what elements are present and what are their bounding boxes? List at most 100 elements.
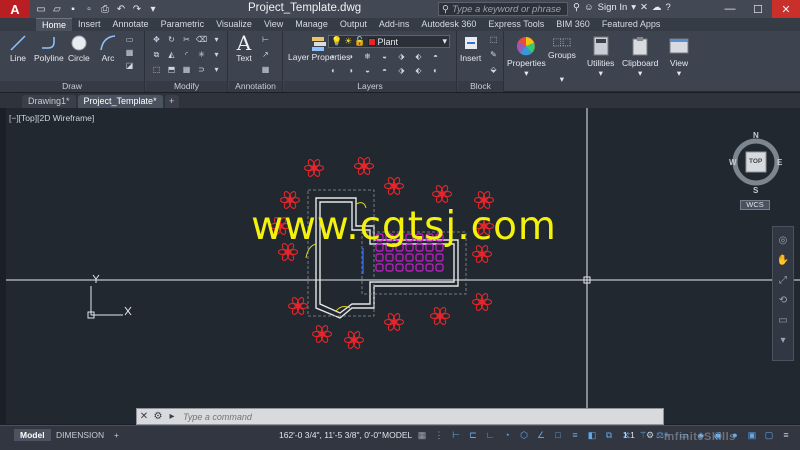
orbit-icon[interactable]: ⟲ xyxy=(776,293,790,307)
rectangle-icon[interactable]: ▭ xyxy=(124,34,135,45)
snap-icon[interactable]: ⋮ xyxy=(433,429,445,441)
clipboard-button[interactable]: Clipboard ▾ xyxy=(622,34,658,79)
selection-cycling-icon[interactable]: ⧉ xyxy=(603,429,615,441)
tab-add-ins[interactable]: Add-ins xyxy=(373,18,416,31)
edit-block-icon[interactable]: ✎ xyxy=(488,49,499,60)
search-icon[interactable]: ⚲ xyxy=(573,2,580,13)
table-icon[interactable]: ▦ xyxy=(260,64,271,75)
view-button[interactable]: View ▾ xyxy=(667,34,691,79)
user-icon[interactable]: ☺ xyxy=(584,2,594,13)
dropdown-icon[interactable]: ▾ xyxy=(211,49,222,60)
tab-featured-apps[interactable]: Featured Apps xyxy=(596,18,667,31)
layer-unlock-icon[interactable]: ◓ xyxy=(379,65,390,76)
wrench-icon[interactable]: ⚙ xyxy=(151,411,165,422)
tab-visualize[interactable]: Visualize xyxy=(210,18,258,31)
hardware-acceleration-icon[interactable]: ▣ xyxy=(746,429,758,441)
tab-manage[interactable]: Manage xyxy=(289,18,334,31)
layer-match-icon[interactable]: ⬗ xyxy=(396,51,407,62)
model-space-button[interactable]: MODEL xyxy=(382,430,412,440)
help-icon[interactable]: ? xyxy=(666,2,671,13)
polyline-button[interactable]: Polyline xyxy=(34,33,64,63)
object-snap-tracking-icon[interactable]: ∠ xyxy=(535,429,547,441)
groups-button[interactable]: ⬚⬚ Groups ▾ xyxy=(548,34,576,85)
layer-isolate-icon[interactable]: ◑ xyxy=(345,51,356,62)
tab-view[interactable]: View xyxy=(258,18,289,31)
layer-thaw-icon[interactable]: ◑ xyxy=(345,65,356,76)
clean-screen-icon[interactable]: ▢ xyxy=(763,429,775,441)
showmotion-icon[interactable]: ▭ xyxy=(776,313,790,327)
command-prompt-icon[interactable]: ▸ xyxy=(165,411,179,422)
steering-wheel-icon[interactable]: ◎ xyxy=(776,233,790,247)
object-snap-icon[interactable]: □ xyxy=(552,429,564,441)
panel-annotation-label[interactable]: Annotation xyxy=(229,81,282,92)
explode-icon[interactable]: ✳ xyxy=(196,49,207,60)
hatch-icon[interactable]: ▦ xyxy=(124,47,135,58)
layer-copy-icon[interactable]: ⬖ xyxy=(413,65,424,76)
tab-bim-360[interactable]: BIM 360 xyxy=(550,18,596,31)
dropdown-icon[interactable]: ▾ xyxy=(211,34,222,45)
dropdown-icon[interactable]: ▾ xyxy=(211,64,222,75)
grid-icon[interactable]: ▦ xyxy=(416,429,428,441)
panel-block-label[interactable]: Block xyxy=(458,81,503,92)
pan-icon[interactable]: ✋ xyxy=(776,253,790,267)
panel-modify-label[interactable]: Modify xyxy=(146,81,227,92)
redo-icon[interactable]: ↷ xyxy=(130,2,144,16)
transparency-icon[interactable]: ◧ xyxy=(586,429,598,441)
layout-tab-dimension[interactable]: DIMENSION xyxy=(50,429,110,441)
exchange-icon[interactable]: ✕ xyxy=(640,2,648,13)
new-layout-button[interactable]: + xyxy=(108,429,125,441)
fillet-icon[interactable]: ◜ xyxy=(181,49,192,60)
search-input[interactable]: ⚲ Type a keyword or phrase xyxy=(438,2,568,16)
sign-in-button[interactable]: Sign In xyxy=(598,2,628,13)
undo-icon[interactable]: ↶ xyxy=(114,2,128,16)
polar-tracking-icon[interactable]: ◔ xyxy=(501,429,513,441)
insert-block-button[interactable]: Insert xyxy=(460,33,481,63)
dimension-icon[interactable]: ⊢ xyxy=(260,34,271,45)
plot-icon[interactable]: ⎙ xyxy=(98,2,112,16)
dropdown-icon[interactable]: ▾ xyxy=(631,2,636,13)
isometric-icon[interactable]: ⬡ xyxy=(518,429,530,441)
leader-icon[interactable]: ↗ xyxy=(260,49,271,60)
create-block-icon[interactable]: ⬚ xyxy=(488,34,499,45)
drawing-viewport[interactable]: [−][Top][2D Wireframe] www.cgtsj.com N S… xyxy=(6,108,800,424)
properties-button[interactable]: Properties ▾ xyxy=(507,34,546,79)
layer-freeze-icon[interactable]: ❄ xyxy=(362,51,373,62)
zoom-extents-icon[interactable]: ⤢ xyxy=(776,273,790,287)
erase-icon[interactable]: ⌫ xyxy=(196,34,207,45)
panel-draw-label[interactable]: Draw xyxy=(0,81,144,92)
file-tab-project-template[interactable]: Project_Template* xyxy=(77,95,163,108)
offset-icon[interactable]: ⊃ xyxy=(196,64,207,75)
new-icon[interactable]: ▭ xyxy=(34,2,48,16)
layer-current-icon[interactable]: ⬗ xyxy=(396,65,407,76)
viewcube[interactable]: N S E W TOP xyxy=(728,130,784,200)
compass-west[interactable]: W xyxy=(729,158,737,167)
workspace-gear-icon[interactable]: ⚙ xyxy=(644,429,656,441)
layer-merge-icon[interactable]: ◐ xyxy=(430,65,441,76)
layer-lock-icon[interactable]: ◒ xyxy=(379,51,390,62)
viewcube-top-face[interactable]: TOP xyxy=(749,158,762,165)
compass-south[interactable]: S xyxy=(753,186,758,195)
tab-parametric[interactable]: Parametric xyxy=(155,18,211,31)
save-as-icon[interactable]: ▫ xyxy=(82,2,96,16)
utilities-button[interactable]: Utilities ▾ xyxy=(587,34,614,79)
a360-icon[interactable]: ☁ xyxy=(652,2,662,13)
layer-walk-icon[interactable]: ◓ xyxy=(430,51,441,62)
layer-on-icon[interactable]: ◒ xyxy=(362,65,373,76)
minimize-icon[interactable]: — xyxy=(716,0,744,18)
command-input[interactable] xyxy=(179,410,663,423)
rotate-icon[interactable]: ↻ xyxy=(166,34,177,45)
attribute-icon[interactable]: ⬙ xyxy=(488,64,499,75)
compass-east[interactable]: E xyxy=(777,158,782,167)
layer-previous-icon[interactable]: ⬖ xyxy=(413,51,424,62)
tab-annotate[interactable]: Annotate xyxy=(107,18,155,31)
panel-layers-label[interactable]: Layers xyxy=(284,81,456,92)
application-menu-button[interactable]: A xyxy=(0,0,30,18)
open-icon[interactable]: ▱ xyxy=(50,2,64,16)
scale-icon[interactable]: ⬒ xyxy=(166,64,177,75)
layer-off-icon[interactable]: ◐ xyxy=(328,51,339,62)
maximize-icon[interactable]: ☐ xyxy=(744,0,772,18)
file-tab-drawing1[interactable]: Drawing1* xyxy=(22,95,76,108)
stretch-icon[interactable]: ⬚ xyxy=(151,64,162,75)
nav-customize-icon[interactable]: ▾ xyxy=(776,333,790,347)
customization-icon[interactable]: ≡ xyxy=(780,429,792,441)
